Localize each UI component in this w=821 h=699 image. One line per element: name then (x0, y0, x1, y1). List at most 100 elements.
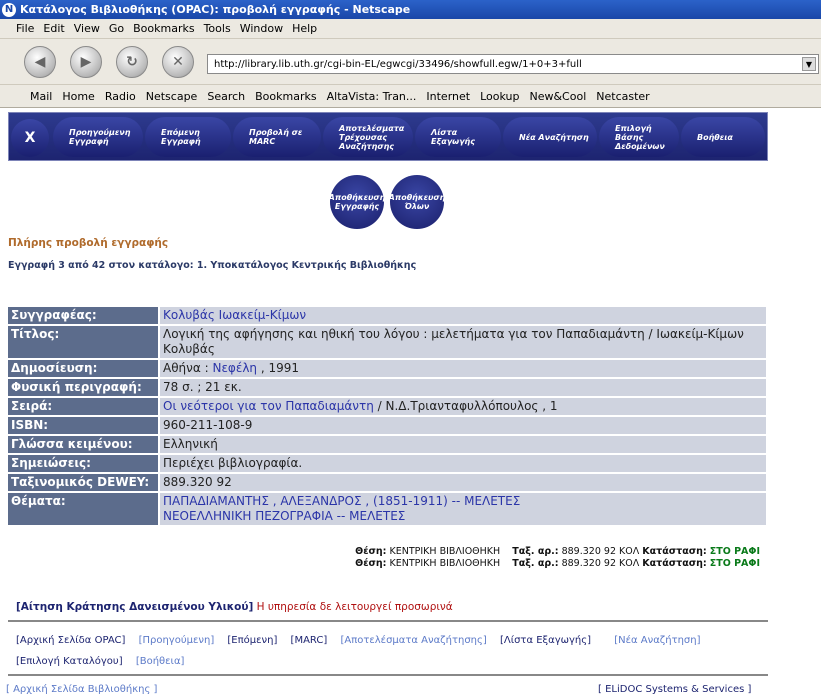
toolbar-search[interactable]: Search (207, 90, 245, 103)
table-row: Σημειώσεις: Περιέχει βιβλιογραφία. (8, 455, 766, 472)
field-label: Συγγραφέας: (8, 307, 160, 324)
netscape-icon: N (2, 2, 16, 17)
opac-nav-bar: X Προηγούμενη Εγγραφή Επόμενη Εγγραφή Πρ… (8, 112, 768, 161)
table-row: ISBN: 960-211-108-9 (8, 417, 766, 434)
menu-help[interactable]: Help (292, 22, 317, 35)
opac-current-results[interactable]: Αποτελέσματα Τρέχουσας Αναζήτησης (323, 117, 413, 157)
field-value: Κολυβάς Ιωακείμ-Κίμων (160, 307, 766, 324)
toolbar-lookup[interactable]: Lookup (480, 90, 519, 103)
window-title-bar: N Κατάλογος Βιβλιοθήκης (OPAC): προβολή … (0, 0, 821, 19)
opac-export-list[interactable]: Λίστα Εξαγωγής (415, 117, 501, 157)
status-label: Κατάσταση: (642, 558, 707, 569)
elidoc-link[interactable]: [ ELiDOC Systems & Services ] (598, 684, 751, 695)
link-select-catalog[interactable]: [Επιλογή Καταλόγου] (16, 656, 123, 667)
link-export-list[interactable]: [Λίστα Εξαγωγής] (500, 635, 591, 646)
series-link[interactable]: Οι νεότεροι για τον Παπαδιαμάντη (163, 399, 374, 413)
field-label: Φυσική περιγραφή: (8, 379, 160, 396)
toolbar-altavista[interactable]: AltaVista: Tran... (327, 90, 417, 103)
toolbar-bookmarks[interactable]: Bookmarks (255, 90, 316, 103)
menu-view[interactable]: View (74, 22, 100, 35)
status-value: ΣΤΟ ΡΑΦΙ (709, 546, 760, 557)
menu-go[interactable]: Go (109, 22, 124, 35)
table-row: Σειρά: Οι νεότεροι για τον Παπαδιαμάντη … (8, 398, 766, 415)
menu-file[interactable]: File (16, 22, 34, 35)
link-opac-home[interactable]: [Αρχική Σελίδα OPAC] (16, 635, 125, 646)
stop-icon[interactable]: ✕ (162, 46, 194, 78)
notes-value: Περιέχει βιβλιογραφία. (160, 455, 766, 472)
loc-value: ΚΕΝΤΡΙΚΗ ΒΙΒΛΙΟΘΗΚΗ (389, 546, 501, 557)
table-row: Γλώσσα κειμένου: Ελληνική (8, 436, 766, 453)
reload-icon[interactable]: ↻ (116, 46, 148, 78)
opac-prev-record[interactable]: Προηγούμενη Εγγραφή (53, 117, 143, 157)
call-value: 889.320 92 ΚΟΛ (561, 558, 640, 569)
menu-edit[interactable]: Edit (43, 22, 64, 35)
toolbar-netcaster[interactable]: Netcaster (596, 90, 649, 103)
toolbar-radio[interactable]: Radio (105, 90, 136, 103)
record-counter: Εγγραφή 3 από 42 στον κατάλογο: 1. Υποκα… (8, 260, 417, 271)
phys-value: 78 σ. ; 21 εκ. (160, 379, 766, 396)
bottom-links: [Αρχική Σελίδα OPAC] [Προηγούμενη] [Επόμ… (16, 630, 766, 672)
field-label: Σειρά: (8, 398, 160, 415)
title-value: Λογική της αφήγησης και ηθική του λόγου … (160, 326, 766, 358)
back-icon[interactable]: ◀ (24, 46, 56, 78)
call-label: Ταξ. αρ.: (512, 546, 559, 557)
toolbar-mail[interactable]: Mail (30, 90, 52, 103)
link-new-search[interactable]: [Νέα Αναζήτηση] (614, 635, 700, 646)
link-next[interactable]: [Επόμενη] (227, 635, 277, 646)
window-title: Κατάλογος Βιβλιοθήκης (OPAC): προβολή εγ… (20, 3, 411, 16)
table-row: Συγγραφέας: Κολυβάς Ιωακείμ-Κίμων (8, 307, 766, 324)
loc-label: Θέση: (355, 546, 387, 557)
record-table: Συγγραφέας: Κολυβάς Ιωακείμ-Κίμων Τίτλος… (8, 305, 766, 527)
link-previous[interactable]: [Προηγούμενη] (139, 635, 215, 646)
table-row: Δημοσίευση: Αθήνα : Νεφέλη , 1991 (8, 360, 766, 377)
status-value: ΣΤΟ ΡΑΦΙ (709, 558, 760, 569)
holding-row: Θέση: ΚΕΝΤΡΙΚΗ ΒΙΒΛΙΟΘΗΚΗ Ταξ. αρ.: 889.… (312, 558, 760, 570)
url-text: http://library.lib.uth.gr/cgi-bin-EL/egw… (214, 58, 582, 70)
opac-help[interactable]: Βοήθεια (681, 117, 765, 157)
status-label: Κατάσταση: (642, 546, 707, 557)
opac-new-search[interactable]: Νέα Αναζήτηση (503, 117, 597, 157)
save-record-button[interactable]: Αποθήκευση Εγγραφής (329, 175, 385, 229)
field-label: Τίτλος: (8, 326, 160, 358)
toolbar-newcool[interactable]: New&Cool (529, 90, 586, 103)
table-row: Θέματα: ΠΑΠΑΔΙΑΜΑΝΤΗΣ , ΑΛΕΞΑΝΔΡΟΣ , (18… (8, 493, 766, 525)
call-value: 889.320 92 ΚΟΛ (561, 546, 640, 557)
toolbar-netscape[interactable]: Netscape (146, 90, 198, 103)
loc-label: Θέση: (355, 558, 387, 569)
service-unavailable-note: Η υπηρεσία δε λειτουργεί προσωρινά (253, 601, 453, 613)
field-label: ISBN: (8, 417, 160, 434)
opac-marc-view[interactable]: Προβολή σε MARC (233, 117, 321, 157)
publisher-link[interactable]: Νεφέλη (212, 361, 257, 375)
toolbar-home[interactable]: Home (62, 90, 94, 103)
divider (8, 620, 768, 622)
link-marc[interactable]: [MARC] (291, 635, 328, 646)
close-icon[interactable]: X (11, 119, 49, 157)
pub-place: Αθήνα : (163, 361, 209, 375)
field-label: Γλώσσα κειμένου: (8, 436, 160, 453)
link-help[interactable]: [Βοήθεια] (136, 656, 185, 667)
table-row: Τίτλος: Λογική της αφήγησης και ηθική το… (8, 326, 766, 358)
field-label: Δημοσίευση: (8, 360, 160, 377)
field-label: Σημειώσεις: (8, 455, 160, 472)
divider (8, 674, 768, 676)
subject-link[interactable]: ΝΕΟΕΛΛΗΝΙΚΗ ΠΕΖΟΓΡΑΦΙΑ -- ΜΕΛΕΤΕΣ (163, 509, 763, 524)
library-home-link[interactable]: [ Αρχική Σελίδα Βιβλιοθήκης ] (6, 684, 157, 695)
chevron-down-icon[interactable]: ▼ (802, 57, 816, 71)
url-field[interactable]: http://library.lib.uth.gr/cgi-bin-EL/egw… (207, 54, 819, 74)
toolbar-internet[interactable]: Internet (426, 90, 470, 103)
series-rest: / Ν.Δ.Τριανταφυλλόπουλος , 1 (373, 399, 558, 413)
author-link[interactable]: Κολυβάς Ιωακείμ-Κίμων (163, 308, 306, 322)
menu-window[interactable]: Window (240, 22, 283, 35)
save-all-button[interactable]: Αποθήκευση Όλων (389, 175, 445, 229)
opac-select-database[interactable]: Επιλογή Βάσης Δεδομένων (599, 117, 679, 157)
menu-bookmarks[interactable]: Bookmarks (133, 22, 194, 35)
forward-icon[interactable]: ▶ (70, 46, 102, 78)
opac-next-record[interactable]: Επόμενη Εγγραφή (145, 117, 231, 157)
full-view-heading: Πλήρης προβολή εγγραφής (8, 237, 169, 249)
hold-request-link[interactable]: [Αίτηση Κράτησης Δανεισμένου Υλικού] (16, 601, 253, 613)
holdings-list: Θέση: ΚΕΝΤΡΙΚΗ ΒΙΒΛΙΟΘΗΚΗ Ταξ. αρ.: 889.… (312, 546, 760, 570)
pub-year: , 1991 (260, 361, 300, 375)
menu-tools[interactable]: Tools (204, 22, 231, 35)
subject-link[interactable]: ΠΑΠΑΔΙΑΜΑΝΤΗΣ , ΑΛΕΞΑΝΔΡΟΣ , (1851-1911)… (163, 494, 763, 509)
link-search-results[interactable]: [Αποτελέσματα Αναζήτησης] (340, 635, 486, 646)
